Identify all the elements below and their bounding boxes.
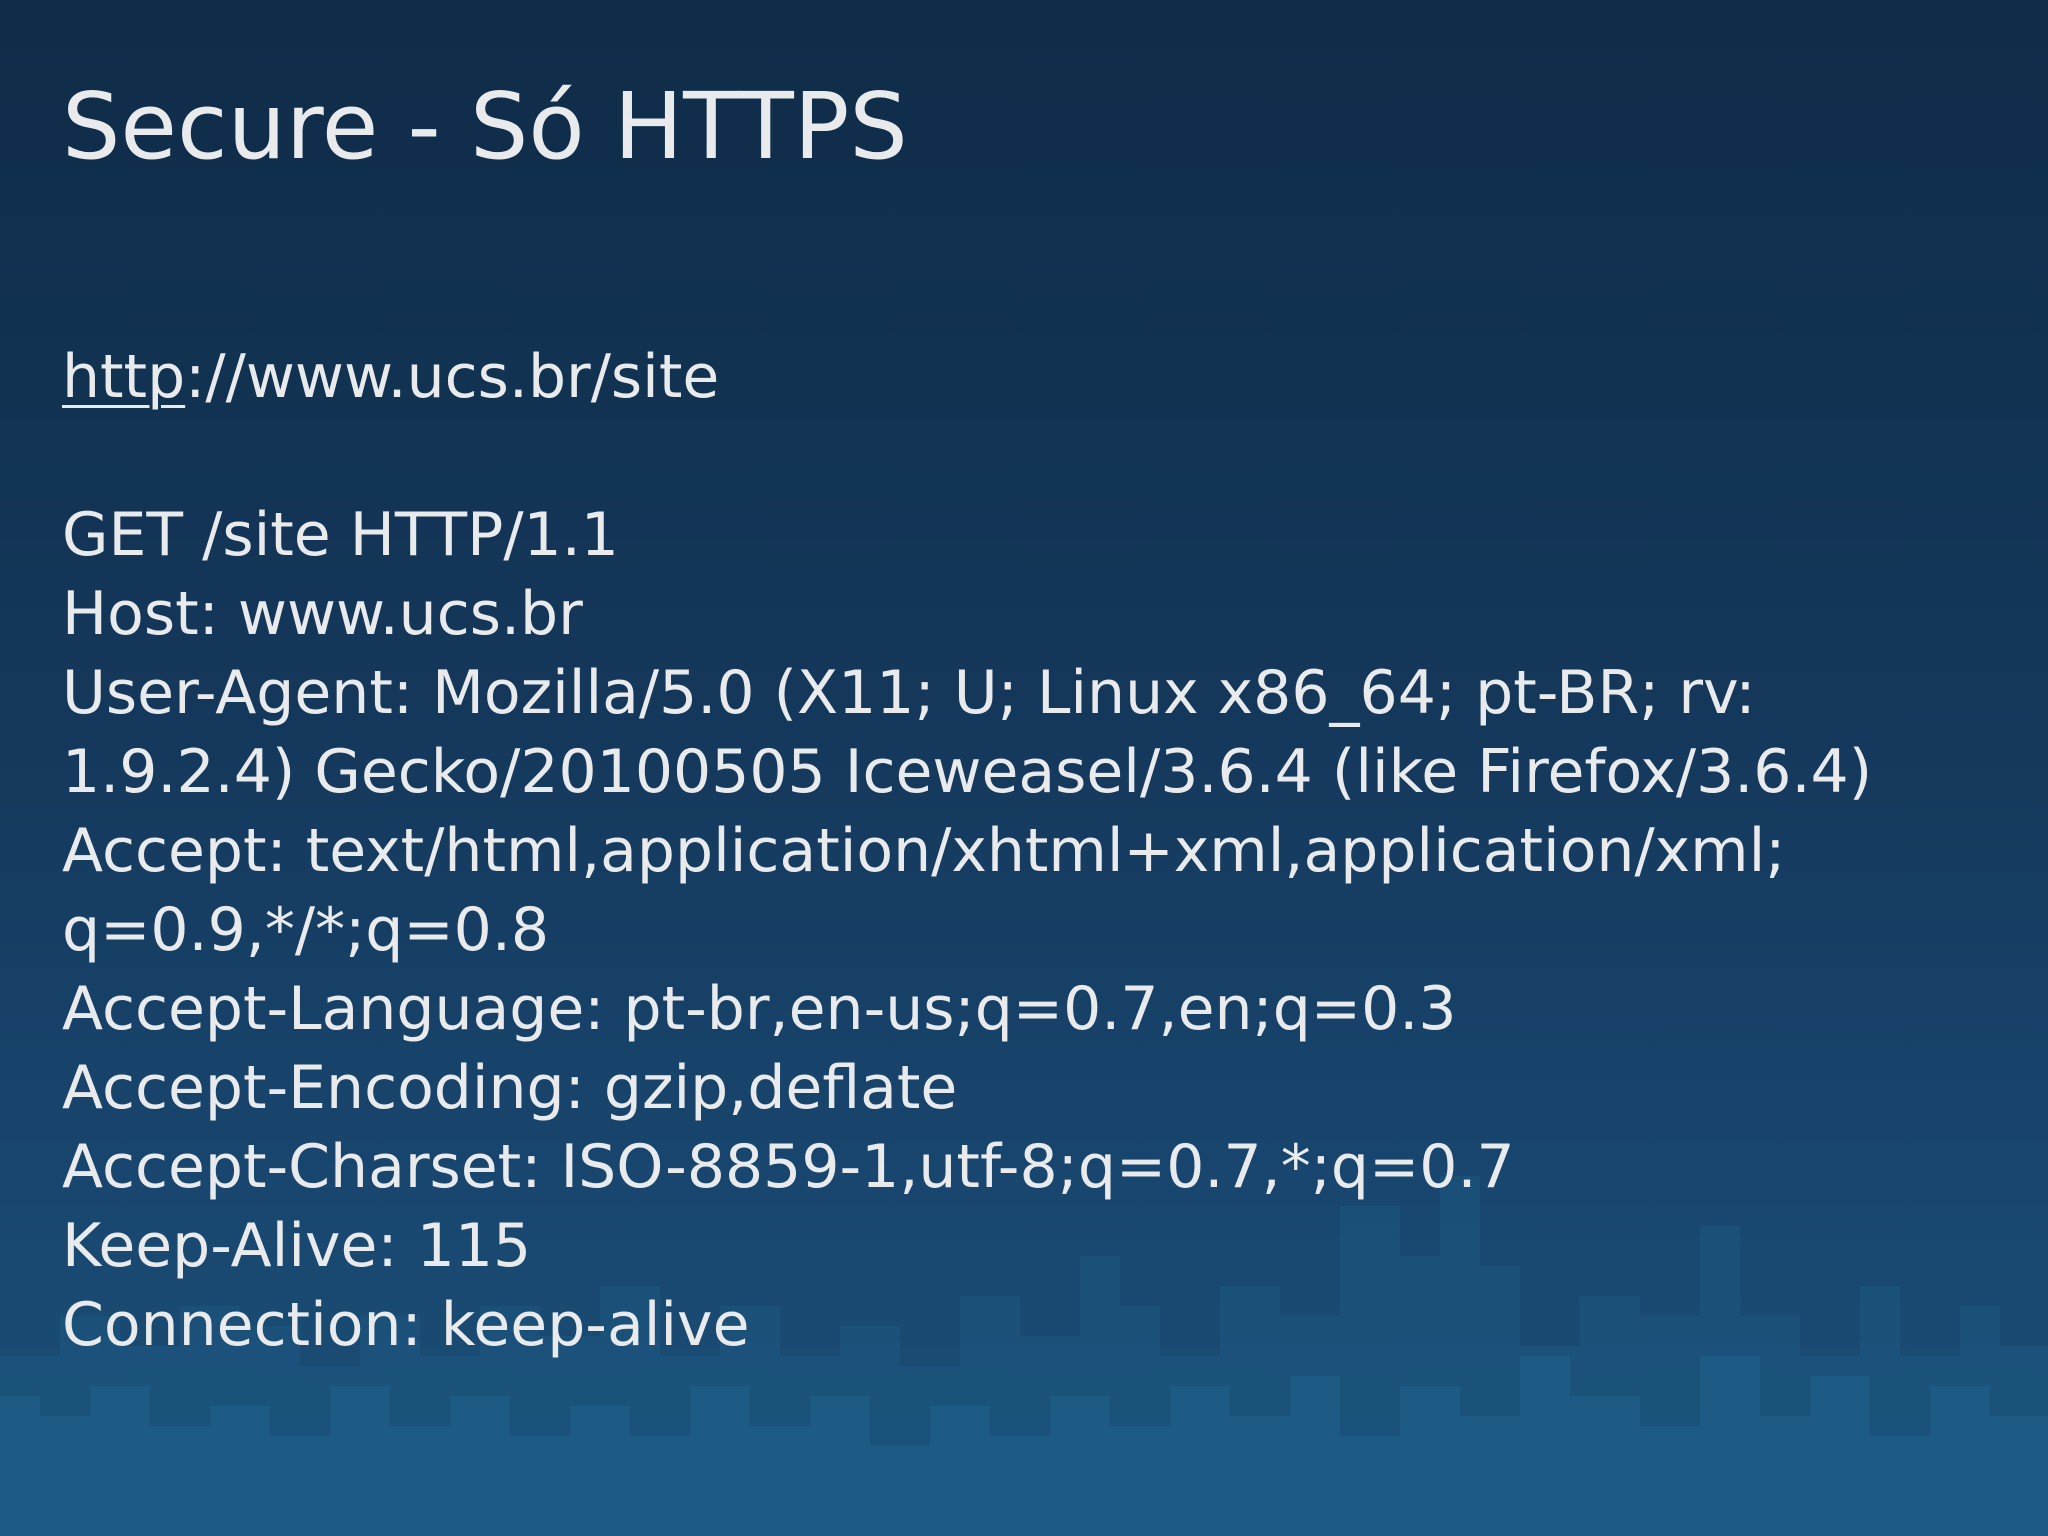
header-keep-alive: Keep-Alive: 115 bbox=[62, 1211, 532, 1281]
request-line: GET /site HTTP/1.1 bbox=[62, 500, 619, 570]
slide-title: Secure - Só HTTPS bbox=[62, 73, 908, 180]
header-accept-cont: q=0.9,*/*;q=0.8 bbox=[62, 895, 550, 965]
slide: Secure - Só HTTPS http://www.ucs.br/site… bbox=[0, 0, 2048, 1536]
header-accept-charset: Accept-Charset: ISO-8859-1,utf-8;q=0.7,*… bbox=[62, 1132, 1515, 1202]
url-line: http://www.ucs.br/site bbox=[62, 338, 2022, 417]
header-host: Host: www.ucs.br bbox=[62, 579, 583, 649]
header-connection: Connection: keep-alive bbox=[62, 1290, 750, 1360]
url-scheme: http bbox=[62, 342, 186, 412]
url-rest: ://www.ucs.br/site bbox=[185, 342, 720, 412]
header-accept-language: Accept-Language: pt-br,en-us;q=0.7,en;q=… bbox=[62, 974, 1457, 1044]
header-accept-encoding: Accept-Encoding: gzip,deflate bbox=[62, 1053, 958, 1123]
http-request-text: http://www.ucs.br/site GET /site HTTP/1.… bbox=[62, 338, 2022, 1365]
header-accept: Accept: text/html,application/xhtml+xml,… bbox=[62, 816, 1786, 886]
header-user-agent-cont: 1.9.2.4) Gecko/20100505 Iceweasel/3.6.4 … bbox=[62, 737, 1873, 807]
header-user-agent: User-Agent: Mozilla/5.0 (X11; U; Linux x… bbox=[62, 658, 1756, 728]
